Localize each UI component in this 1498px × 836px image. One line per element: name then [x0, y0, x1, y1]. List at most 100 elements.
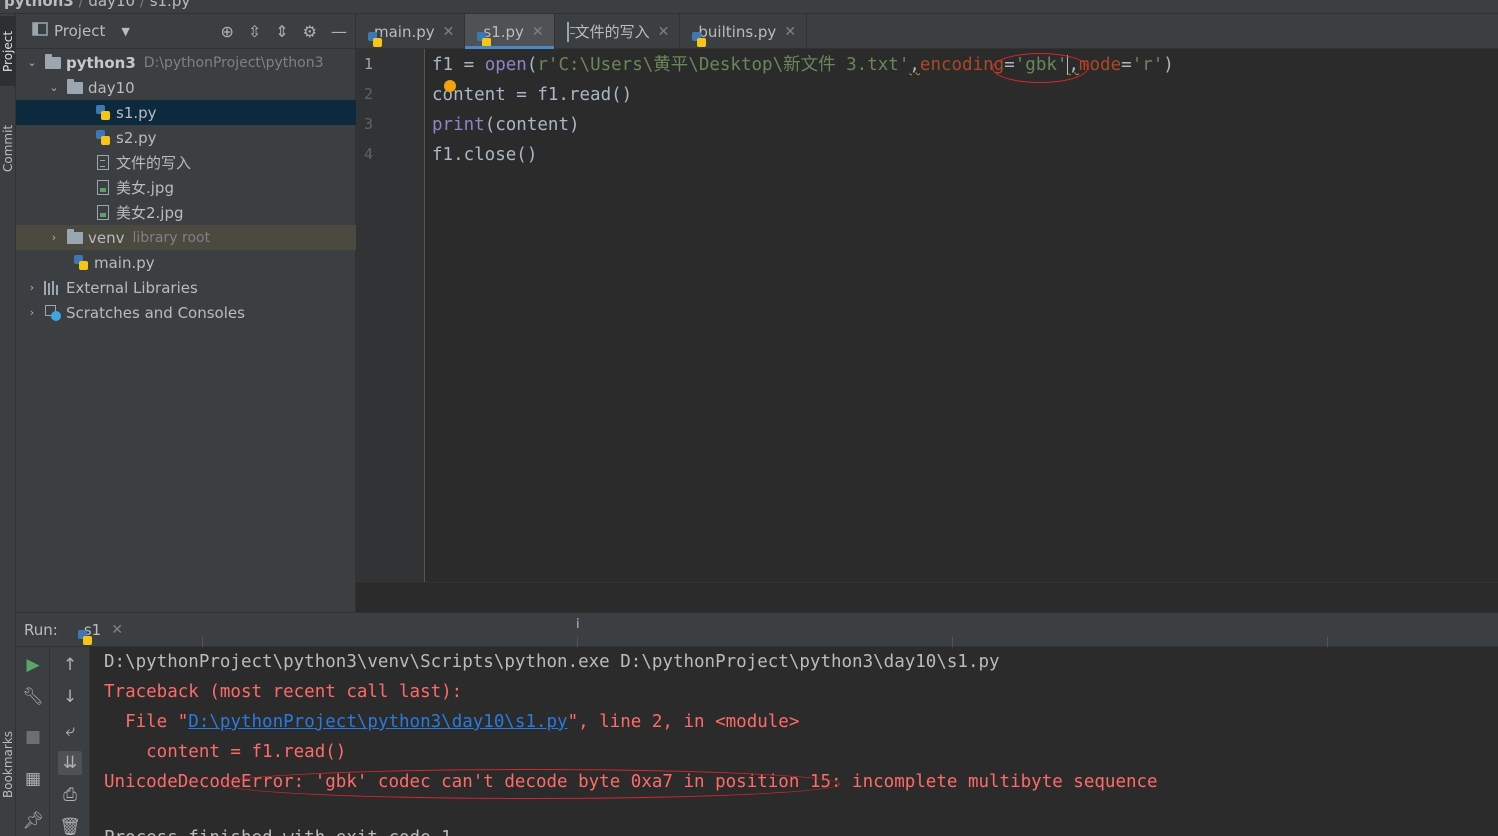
layout-icon[interactable]: ▦	[21, 767, 45, 791]
folder-icon	[66, 228, 84, 246]
print-icon[interactable]: ⎙	[58, 783, 82, 807]
project-tool-tab-label: Project	[1, 30, 15, 72]
chevron-right-icon[interactable]: ›	[26, 306, 38, 319]
tab-s1-py[interactable]: s1.py ✕	[465, 14, 555, 49]
chevron-right-icon[interactable]: ›	[26, 281, 38, 294]
tree-item-day10[interactable]: ⌄ day10	[16, 75, 356, 100]
code-token: print	[432, 115, 485, 135]
intention-bulb-icon[interactable]	[444, 80, 456, 92]
console-command-line: D:\pythonProject\python3\venv\Scripts\py…	[104, 652, 1000, 672]
close-icon[interactable]: ✕	[111, 622, 123, 638]
gear-icon[interactable]: ⚙	[303, 22, 317, 41]
scratches-icon	[44, 304, 62, 321]
text-file-icon	[566, 21, 569, 42]
run-console[interactable]: D:\pythonProject\python3\venv\Scripts\py…	[90, 647, 1498, 836]
run-marker: i	[576, 617, 580, 632]
console-traceback-line: Traceback (most recent call last):	[104, 682, 463, 702]
image-file-icon	[94, 180, 112, 196]
tree-item-s1[interactable]: s1.py	[16, 100, 356, 125]
tree-item-img2[interactable]: 美女2.jpg	[16, 200, 356, 225]
bookmarks-tool-tab-label: Bookmarks	[1, 730, 15, 798]
chevron-down-icon[interactable]: ▼	[121, 25, 129, 38]
console-text: File "	[104, 712, 189, 732]
annotation-circle	[222, 769, 840, 799]
code-token: f1 =	[432, 55, 485, 75]
wrench-icon[interactable]: 🔧︎	[21, 685, 45, 709]
tree-item-s2[interactable]: s2.py	[16, 125, 356, 150]
tree-item-scratches[interactable]: › Scratches and Consoles	[16, 300, 356, 325]
arrow-down-icon[interactable]: ↓	[58, 685, 82, 709]
line-number: 4	[364, 145, 374, 163]
tree-item-label: Scratches and Consoles	[66, 303, 245, 322]
run-label: Run:	[24, 620, 58, 639]
tree-item-label: python3	[66, 53, 136, 72]
breadcrumb-file[interactable]: s1.py	[150, 0, 191, 10]
run-icon[interactable]: ▶	[21, 653, 45, 677]
close-icon[interactable]: ✕	[443, 24, 455, 40]
console-file-line: File "D:\pythonProject\python3\day10\s1.…	[104, 707, 799, 737]
code-line-4[interactable]: f1.close()	[432, 140, 537, 170]
editor-footer	[356, 582, 1498, 612]
locate-icon[interactable]: ⊕	[220, 22, 233, 41]
scroll-to-end-icon[interactable]: ⇊	[58, 751, 82, 775]
stop-icon[interactable]: ■	[21, 725, 45, 749]
python-file-icon	[72, 254, 90, 271]
project-tool-tab[interactable]: Project	[0, 16, 16, 86]
run-tab-s1[interactable]: s1 ✕	[77, 621, 123, 645]
console-file-link[interactable]: D:\pythonProject\python3\day10\s1.py	[188, 712, 567, 732]
python-file-icon	[94, 129, 112, 146]
tree-item-venv[interactable]: › venv library root	[16, 225, 356, 250]
tree-item-label: s1.py	[116, 103, 157, 122]
hide-icon[interactable]: —	[331, 22, 347, 41]
tree-item-writing[interactable]: 文件的写入	[16, 150, 356, 175]
pin-icon[interactable]: 📌︎	[21, 809, 45, 833]
breadcrumb-project[interactable]: python3	[4, 0, 74, 10]
bookmarks-tool-tab[interactable]: Bookmarks	[0, 714, 16, 814]
console-code-line: content = f1.read()	[104, 742, 347, 762]
collapse-all-icon[interactable]: ⇕	[275, 22, 288, 41]
tab-main-py[interactable]: main.py ✕	[356, 14, 466, 49]
tree-item-python3[interactable]: ⌄ python3 D:\pythonProject\python3	[16, 50, 356, 75]
code-token: f1.close()	[432, 145, 538, 165]
project-panel: Project ▼ ⊕ ⇳ ⇕ ⚙ — ⌄ python3 D:\pythonP…	[16, 14, 356, 612]
chevron-right-icon[interactable]: ›	[48, 231, 60, 244]
code-token: r'C:\Users\黄平\Desktop\新文件 3.txt'	[537, 55, 910, 75]
arrow-up-icon[interactable]: ↑	[58, 653, 82, 677]
editor-gutter[interactable]: 1 2 3 4	[356, 49, 425, 582]
code-token: open	[484, 55, 527, 75]
project-view-selector[interactable]: Project	[54, 22, 105, 40]
code-line-3[interactable]: print(content)	[432, 110, 580, 140]
tab-writing[interactable]: 文件的写入 ✕	[555, 14, 681, 49]
trash-icon[interactable]: 🗑︎	[58, 815, 82, 836]
code-line-2[interactable]: content = f1.read()	[432, 80, 632, 110]
divider	[577, 637, 578, 647]
tab-label: builtins.py	[698, 22, 777, 41]
breadcrumb-folder[interactable]: day10	[88, 0, 135, 10]
tree-item-label: day10	[88, 78, 135, 97]
tree-item-label: 文件的写入	[116, 154, 192, 172]
tree-item-main[interactable]: main.py	[16, 250, 356, 275]
code-editor[interactable]: f1 = open(r'C:\Users\黄平\Desktop\新文件 3.tx…	[426, 49, 1498, 582]
tree-item-external-libraries[interactable]: › External Libraries	[16, 275, 356, 300]
breadcrumb[interactable]: python3 / day10 / s1.py	[4, 0, 190, 10]
left-tool-stripe: Project Commit Bookmarks	[0, 14, 16, 836]
tree-item-img1[interactable]: 美女.jpg	[16, 175, 356, 200]
line-number: 3	[364, 115, 374, 133]
project-panel-header: Project ▼ ⊕ ⇳ ⇕ ⚙ —	[16, 14, 355, 49]
divider	[1327, 637, 1328, 647]
tab-builtins-py[interactable]: builtins.py ✕	[680, 14, 808, 49]
code-token: )	[1163, 55, 1174, 75]
close-icon[interactable]: ✕	[784, 24, 796, 40]
close-icon[interactable]: ✕	[532, 24, 544, 40]
close-icon[interactable]: ✕	[658, 24, 670, 40]
soft-wrap-icon[interactable]: ⤶	[58, 719, 82, 743]
commit-tool-tab-label: Commit	[1, 124, 15, 172]
expand-all-icon[interactable]: ⇳	[248, 22, 261, 41]
line-number: 1	[364, 55, 374, 73]
tree-item-label: 美女.jpg	[116, 179, 174, 197]
chevron-down-icon[interactable]: ⌄	[48, 81, 60, 94]
chevron-down-icon[interactable]: ⌄	[26, 56, 38, 69]
editor-tabs: main.py ✕ s1.py ✕ 文件的写入 ✕ builtins.py ✕	[356, 14, 1498, 49]
commit-tool-tab[interactable]: Commit	[0, 110, 16, 186]
tree-item-label: External Libraries	[66, 278, 198, 297]
